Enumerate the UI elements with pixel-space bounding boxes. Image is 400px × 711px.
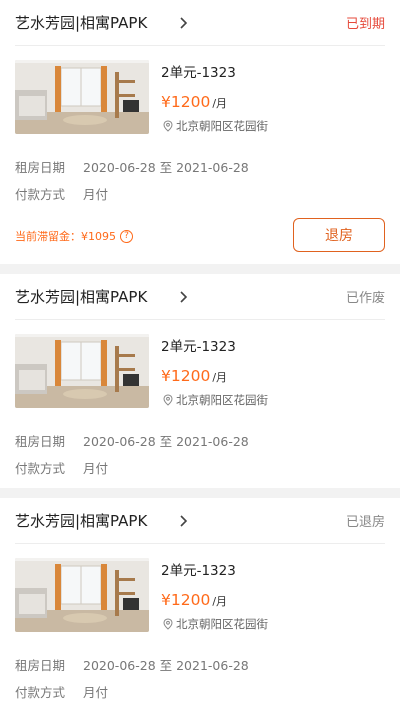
order-card[interactable]: 艺水芳园|相寓PAPK 已作废 2单元-1323 ¥1200/月 北京朝阳区花园… (0, 274, 400, 488)
rent-price: ¥1200 (161, 591, 211, 609)
location-pin-icon (163, 120, 173, 132)
unit-number: 2单元-1323 (161, 563, 236, 579)
rent-period-row: 租房日期 2020-06-28 至 2021-06-28 (15, 157, 249, 176)
price-row: ¥1200/月 (161, 366, 227, 385)
status-badge: 已到期 (345, 17, 385, 32)
property-title[interactable]: 艺水芳园|相寓PAPK (15, 12, 147, 33)
room-photo-image (15, 60, 149, 134)
room-photo[interactable] (15, 334, 149, 408)
payment-value: 月付 (83, 461, 109, 476)
rent-period-label: 租房日期 (15, 160, 66, 175)
chevron-right-icon[interactable] (179, 14, 189, 32)
rent-period-value: 2020-06-28 至 2021-06-28 (83, 160, 249, 175)
price-period: /月 (212, 371, 228, 384)
payment-row: 付款方式 月付 (15, 458, 108, 477)
chevron-right-icon[interactable] (179, 288, 189, 306)
price-period: /月 (212, 595, 228, 608)
chevron-right-icon[interactable] (179, 512, 189, 530)
order-card[interactable]: 艺水芳园|相寓PAPK 已退房 2单元-1323 ¥1200/月 北京朝阳区花园… (0, 498, 400, 711)
rent-period-value: 2020-06-28 至 2021-06-28 (83, 434, 249, 449)
payment-value: 月付 (83, 187, 109, 202)
address-text: 北京朝阳区花园街 (176, 393, 268, 407)
address-text: 北京朝阳区花园街 (176, 119, 268, 133)
payment-row: 付款方式 月付 (15, 682, 108, 701)
status-badge: 已退房 (345, 515, 385, 530)
rent-period-label: 租房日期 (15, 658, 66, 673)
rent-price: ¥1200 (161, 367, 211, 385)
location-pin-icon (163, 618, 173, 630)
unit-number: 2单元-1323 (161, 339, 236, 355)
price-period: /月 (212, 97, 228, 110)
property-title[interactable]: 艺水芳园|相寓PAPK (15, 510, 147, 531)
location-pin-icon (163, 394, 173, 406)
property-title[interactable]: 艺水芳园|相寓PAPK (15, 286, 147, 307)
address-row: 北京朝阳区花园街 (162, 392, 268, 408)
room-photo-image (15, 558, 149, 632)
address-row: 北京朝阳区花园街 (162, 616, 268, 632)
deposit-row: 当前滞留金：¥1095 ? (15, 228, 133, 244)
order-card[interactable]: 艺水芳园|相寓PAPK 已到期 2单元-1323 ¥1200/月 北京朝阳区花园… (0, 0, 400, 264)
card-header: 艺水芳园|相寓PAPK 已作废 (15, 274, 385, 320)
address-row: 北京朝阳区花园街 (162, 118, 268, 134)
room-photo[interactable] (15, 558, 149, 632)
rent-period-value: 2020-06-28 至 2021-06-28 (83, 658, 249, 673)
rent-price: ¥1200 (161, 93, 211, 111)
status-badge: 已作废 (345, 291, 385, 306)
room-photo[interactable] (15, 60, 149, 134)
rent-period-row: 租房日期 2020-06-28 至 2021-06-28 (15, 655, 249, 674)
deposit-text: 当前滞留金：¥1095 (15, 230, 116, 243)
payment-row: 付款方式 月付 (15, 184, 108, 203)
question-circle-icon[interactable]: ? (120, 229, 133, 243)
card-header: 艺水芳园|相寓PAPK 已到期 (15, 0, 385, 46)
address-text: 北京朝阳区花园街 (176, 617, 268, 631)
price-row: ¥1200/月 (161, 590, 227, 609)
card-header: 艺水芳园|相寓PAPK 已退房 (15, 498, 385, 544)
rent-period-row: 租房日期 2020-06-28 至 2021-06-28 (15, 431, 249, 450)
payment-label: 付款方式 (15, 187, 66, 202)
price-row: ¥1200/月 (161, 92, 227, 111)
payment-label: 付款方式 (15, 685, 66, 700)
room-photo-image (15, 334, 149, 408)
payment-value: 月付 (83, 685, 109, 700)
checkout-button[interactable]: 退房 (293, 218, 385, 252)
rent-period-label: 租房日期 (15, 434, 66, 449)
unit-number: 2单元-1323 (161, 65, 236, 81)
payment-label: 付款方式 (15, 461, 66, 476)
